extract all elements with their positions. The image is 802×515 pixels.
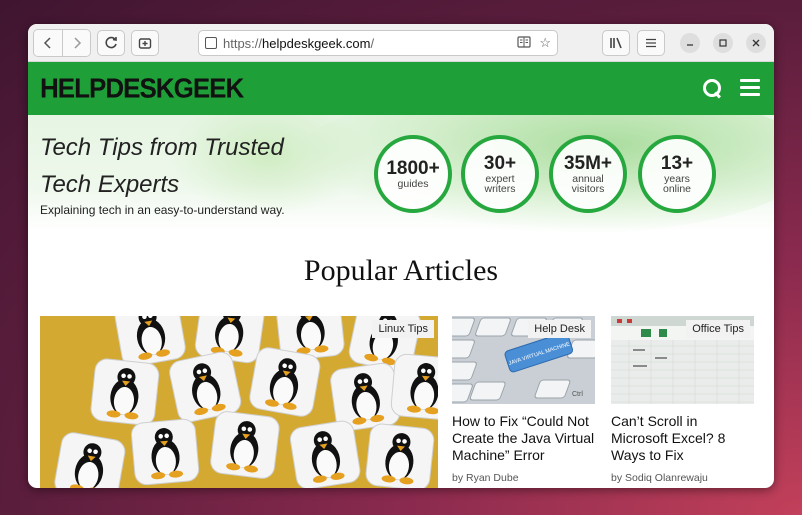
popular-articles-heading: Popular Articles [303, 254, 499, 287]
svg-text:Ctrl: Ctrl [572, 391, 583, 398]
bookmark-star-icon[interactable]: ☆ [539, 35, 551, 51]
category-tag[interactable]: Help Desk [528, 320, 591, 338]
app-menu-button[interactable] [637, 30, 665, 56]
article-card[interactable]: Office Tips Can’t Scroll in Microsoft Ex… [611, 316, 754, 484]
browser-window: https://helpdeskgeek.com/ ☆ HELPDESKGEEK… [28, 24, 774, 488]
stat-visitors: 35M+ annual visitors [549, 135, 627, 213]
keyboard-thumbnail: JAVA VIRTUAL MACHINE Ctrl Help Desk [452, 316, 595, 404]
stat-years: 13+ years online [638, 135, 716, 213]
hamburger-icon [646, 38, 656, 48]
browser-toolbar: https://helpdeskgeek.com/ ☆ [28, 24, 774, 62]
minimize-icon [687, 44, 693, 46]
chevron-right-icon [73, 36, 81, 49]
close-button[interactable] [746, 33, 766, 53]
new-tab-icon [138, 37, 152, 49]
close-icon [752, 39, 760, 47]
site-logo[interactable]: HELPDESKGEEK [40, 72, 244, 105]
search-icon[interactable] [702, 78, 722, 98]
nav-buttons [33, 28, 91, 57]
reader-view-icon[interactable] [517, 35, 531, 51]
url-text[interactable]: https://helpdeskgeek.com/ [223, 36, 509, 51]
excel-thumbnail: Office Tips [611, 316, 754, 404]
featured-article-card[interactable]: Linux Tips [40, 316, 438, 488]
library-button[interactable] [602, 30, 630, 56]
new-tab-button[interactable] [131, 29, 159, 56]
reload-button[interactable] [97, 29, 125, 56]
site-header: HELPDESKGEEK [28, 62, 774, 115]
articles-grid: Linux Tips JAVA VIRTUAL MACHINE Ctrl Hel… [40, 316, 770, 488]
url-bar[interactable]: https://helpdeskgeek.com/ ☆ [198, 30, 558, 56]
category-tag[interactable]: Linux Tips [372, 320, 434, 338]
penguin-tiles-image [40, 316, 438, 488]
site-info-icon[interactable] [205, 37, 217, 49]
library-icon [610, 37, 622, 49]
stat-guides: 1800+ guides [374, 135, 452, 213]
minimize-button[interactable] [680, 33, 700, 53]
hero-title: Tech Tips from Trusted Tech Experts [40, 134, 284, 198]
menu-icon[interactable] [740, 78, 760, 96]
article-title[interactable]: How to Fix “Could Not Create the Java Vi… [452, 413, 595, 464]
maximize-button[interactable] [713, 33, 733, 53]
article-title[interactable]: Can’t Scroll in Microsoft Excel? 8 Ways … [611, 413, 754, 464]
hero-banner: Tech Tips from Trusted Tech Experts Expl… [28, 115, 774, 232]
forward-button[interactable] [62, 29, 90, 56]
stat-writers: 30+ expert writers [461, 135, 539, 213]
category-tag[interactable]: Office Tips [686, 320, 750, 338]
article-card[interactable]: JAVA VIRTUAL MACHINE Ctrl Help Desk How … [452, 316, 595, 484]
reload-icon [105, 36, 117, 48]
back-button[interactable] [34, 29, 62, 56]
article-author[interactable]: by Sodiq Olanrewaju [611, 472, 754, 484]
article-author[interactable]: by Ryan Dube [452, 472, 595, 484]
chevron-left-icon [43, 36, 51, 49]
maximize-icon [719, 39, 727, 47]
hero-subtitle: Explaining tech in an easy-to-understand… [40, 203, 285, 217]
